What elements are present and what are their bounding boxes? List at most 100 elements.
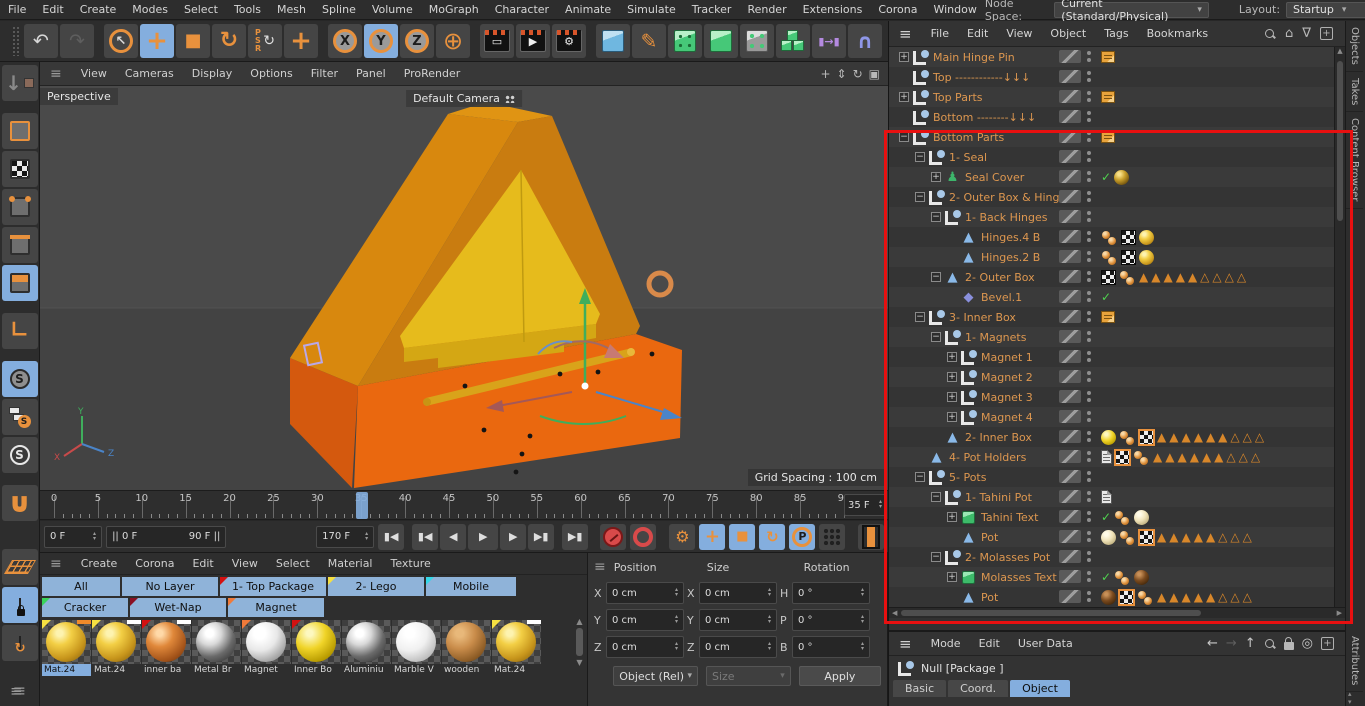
expand-toggle[interactable]: + [947,392,957,402]
selection-tag-outline-icon[interactable]: △ [1230,591,1239,603]
tab-attributes[interactable]: Attributes [1346,630,1363,692]
editor-render-dots[interactable] [1087,371,1091,375]
layout-dropdown[interactable]: Startup ▾ [1286,2,1365,18]
view-label[interactable]: Perspective [40,88,118,105]
axis-z-icon[interactable]: Z [400,24,434,58]
menu-item-animate[interactable]: Animate [557,3,619,16]
attr-tab-basic[interactable]: Basic [893,680,946,697]
tree-row-bevel-1[interactable]: ◆Bevel.1✓ [889,287,1345,307]
expand-toggle[interactable]: − [915,472,925,482]
enabled-check-icon[interactable]: ✓ [1101,290,1111,304]
attr-tab-coord[interactable]: Coord. [948,680,1008,697]
material-thumbnail[interactable]: Mat.24 [492,620,541,676]
layer-tab-mobile[interactable]: Mobile [426,577,516,596]
selection-tag-icon[interactable]: ▲ [1177,451,1186,463]
selection-tag-outline-icon[interactable]: △ [1230,431,1239,443]
menu-item-spline[interactable]: Spline [314,3,364,16]
tree-row-2-outer-box-hinge[interactable]: −2- Outer Box & Hinge [889,187,1345,207]
menu-item-mesh[interactable]: Mesh [269,3,314,16]
visibility-toggle[interactable] [1059,350,1081,363]
stepper-arrows-icon[interactable]: ▴▾ [768,615,771,625]
expand-toggle[interactable]: + [947,512,957,522]
selection-tag-outline-icon[interactable]: △ [1218,531,1227,543]
bottom-panel-menu-icon[interactable]: ≡ [10,682,23,700]
stepper-arrows-icon[interactable]: ▴▾ [861,642,864,652]
uvw-tag-icon-selected[interactable] [1115,450,1130,465]
apply-button[interactable]: Apply [799,666,881,686]
add-tab-icon[interactable]: + [1321,637,1334,650]
move-global-icon[interactable]: + [284,24,318,58]
keying-settings-button[interactable]: ⚙ [669,524,695,550]
selection-tag-outline-icon[interactable]: △ [1225,271,1234,283]
rotate-tool-icon[interactable]: ↻ [212,24,246,58]
selection-tag-outline-icon[interactable]: △ [1212,271,1221,283]
filter-icon[interactable]: ∇ [1302,26,1311,41]
texture-mode-icon[interactable] [2,151,38,187]
selection-tag-icon[interactable]: ▲ [1194,591,1203,603]
menu-item-tracker[interactable]: Tracker [684,3,740,16]
prev-frame-button[interactable]: ◀ [440,524,466,550]
tree-row-1-back-hinges[interactable]: −1- Back Hinges [889,207,1345,227]
rotation-field-b[interactable]: 0 °▴▾ [792,636,870,658]
material-tag-icon[interactable] [1134,570,1149,585]
material-tag-icon[interactable] [1139,250,1154,265]
editor-render-dots[interactable] [1087,91,1091,95]
menu-item-window[interactable]: Window [925,3,984,16]
node-space-dropdown[interactable]: Current (Standard/Physical) ▾ [1054,2,1209,18]
enable-snap-icon[interactable]: S [2,361,38,397]
polygon-mode-icon[interactable] [2,265,38,301]
timeline-window-button[interactable] [858,524,884,550]
expand-toggle[interactable]: − [931,332,941,342]
visibility-toggle[interactable] [1059,110,1081,123]
timeline-ruler[interactable]: 051015202530354045505560657075808590 35 … [40,490,888,520]
expand-toggle[interactable]: + [947,372,957,382]
expand-toggle[interactable]: − [899,132,909,142]
selection-tag-outline-icon[interactable]: △ [1218,591,1227,603]
material-menu-edit[interactable]: Edit [183,557,222,570]
expand-toggle[interactable]: + [947,572,957,582]
tree-row-1-magnets[interactable]: −1- Magnets [889,327,1345,347]
selection-tag-icon[interactable]: ▲ [1194,431,1203,443]
editor-render-dots[interactable] [1087,551,1091,555]
selection-tag-icon[interactable]: ▲ [1206,531,1215,543]
uvw-tag-icon-selected[interactable] [1139,530,1154,545]
current-frame-field[interactable]: 35 F ▴▾ [844,494,886,516]
workplane-icon[interactable] [2,549,38,585]
editor-render-dots[interactable] [1087,491,1091,495]
stepper-arrows-icon[interactable]: ▴▾ [93,532,96,542]
size-field-x[interactable]: 0 cm▴▾ [699,582,777,604]
material-thumbnail[interactable]: Marble V [392,620,441,676]
tree-row-2-inner-box[interactable]: ▲2- Inner Box▲▲▲▲▲▲△△△ [889,427,1345,447]
lock-icon[interactable] [1284,642,1294,650]
attribute-menu-mode[interactable]: Mode [922,637,970,650]
lock-workplane-icon[interactable] [2,587,38,623]
menu-item-corona[interactable]: Corona [870,3,925,16]
object-menu-edit[interactable]: Edit [958,27,997,40]
object-menu-file[interactable]: File [922,27,958,40]
expand-toggle[interactable]: − [931,552,941,562]
goto-start-button[interactable]: ▮◀ [378,524,404,550]
object-menu-object[interactable]: Object [1041,27,1095,40]
selection-tag-outline-icon[interactable]: △ [1255,431,1264,443]
tree-row-2-molasses-pot[interactable]: −2- Molasses Pot [889,547,1345,567]
dolly-view-icon[interactable]: ⇕ [837,67,847,81]
selection-tag-icon[interactable]: ▲ [1176,271,1185,283]
editor-render-dots[interactable] [1087,511,1091,515]
visibility-toggle[interactable] [1059,330,1081,343]
tree-row-3-inner-box[interactable]: −3- Inner Box [889,307,1345,327]
tree-row-4-pot-holders[interactable]: ▲4- Pot Holders▲▲▲▲▲▲△△△ [889,447,1345,467]
size-field-z[interactable]: 0 cm▴▾ [699,636,777,658]
tree-row-magnet-1[interactable]: +Magnet 1 [889,347,1345,367]
tree-row-top[interactable]: Top ------------↓↓↓ [889,67,1345,87]
snap-settings-icon[interactable]: S [2,399,38,435]
prev-key-button[interactable]: ▮◀ [412,524,438,550]
material-menu-create[interactable]: Create [72,557,127,570]
undo-icon[interactable]: ↶ [24,24,58,58]
selection-tag-outline-icon[interactable]: △ [1230,531,1239,543]
annotation-tag-icon[interactable] [1101,131,1115,143]
stepper-arrows-icon[interactable]: ▴▾ [768,588,771,598]
editor-render-dots[interactable] [1087,351,1091,355]
tree-row-1-seal[interactable]: −1- Seal [889,147,1345,167]
expand-toggle[interactable]: − [931,492,941,502]
tree-row-hinges-2-b[interactable]: ▲Hinges.2 B [889,247,1345,267]
